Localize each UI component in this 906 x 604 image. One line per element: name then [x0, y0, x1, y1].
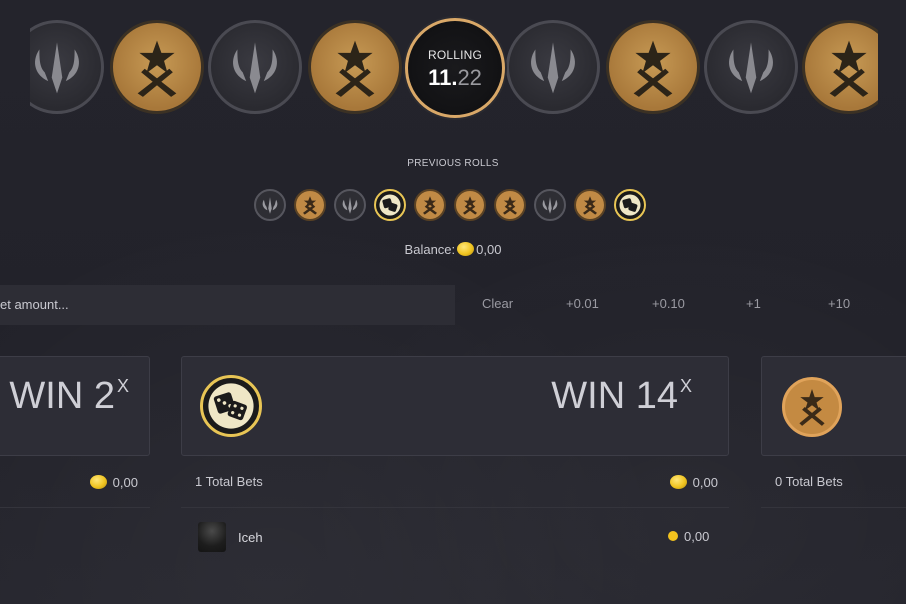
t-coin-icon [606, 20, 700, 114]
ct-roll-icon [334, 189, 366, 221]
previous-rolls-title: PREVIOUS ROLLS [407, 158, 499, 169]
ct-roll-icon [534, 189, 566, 221]
rolling-label: ROLLING [427, 48, 483, 62]
t-roll-icon [574, 189, 606, 221]
t-coin-icon [308, 20, 402, 114]
ct-coin-icon [704, 20, 798, 114]
ct-coin-icon [506, 20, 600, 114]
bet-panel-t[interactable] [761, 356, 906, 456]
ct-coin-icon [208, 20, 302, 114]
t-roll-icon [294, 189, 326, 221]
t-roll-icon [414, 189, 446, 221]
add-1-button[interactable]: +1 [746, 296, 761, 311]
bet-amount-placeholder: et amount... [0, 297, 69, 312]
t-roll-icon [454, 189, 486, 221]
t-roll-icon [494, 189, 526, 221]
bet-panel-ct[interactable]: WIN 2X [0, 356, 150, 456]
add-10-button[interactable]: +10 [828, 296, 850, 311]
win-multiplier: WIN 14 X [551, 375, 692, 418]
ct-total-amount: 0,00 [88, 475, 138, 490]
amount-value: 0,00 [684, 529, 710, 544]
coin-icon [90, 475, 107, 489]
divider [761, 507, 906, 508]
win-x: X [679, 376, 692, 396]
win-label: WIN 14 [551, 375, 678, 417]
bet-entry-amount: 0,00 [668, 529, 709, 544]
rolling-value-frac: 22 [457, 65, 482, 90]
bonus-roll-icon [374, 189, 406, 221]
win-x: X [116, 376, 129, 396]
t-coin-icon [802, 20, 878, 114]
bet-entry: Iceh [198, 522, 263, 552]
ct-coin-icon [30, 20, 104, 114]
bet-panel-bonus[interactable]: WIN 14 X [181, 356, 729, 456]
rolling-value-int: 11. [428, 65, 458, 90]
coin-icon [668, 531, 678, 541]
divider [181, 507, 729, 508]
coin-icon [670, 475, 687, 489]
t-coin-icon [782, 377, 842, 437]
rolling-value: 11.22 [408, 65, 502, 91]
balance: Balance: 0,00 [0, 242, 906, 257]
divider [0, 507, 150, 508]
ct-roll-icon [254, 189, 286, 221]
username: Iceh [238, 529, 263, 545]
bonus-roll-icon [614, 189, 646, 221]
t-total-bets: 0 Total Bets [775, 474, 843, 489]
bonus-total-bets: 1 Total Bets [195, 474, 263, 489]
amount-value: 0,00 [692, 475, 718, 490]
t-coin-icon [110, 20, 204, 114]
balance-value: 0,00 [476, 242, 502, 257]
add-0.10-button[interactable]: +0.10 [652, 296, 685, 311]
bonus-total-amount: 0,00 [668, 475, 718, 490]
clear-button[interactable]: Clear [482, 296, 513, 311]
rolling-indicator: ROLLING 11.22 [405, 18, 505, 118]
win-label: WIN 2 [9, 375, 115, 417]
amount-value: 0,00 [112, 475, 138, 490]
dice-icon [200, 375, 262, 437]
win-multiplier: WIN 2X [9, 375, 129, 418]
add-0.01-button[interactable]: +0.01 [566, 296, 599, 311]
avatar [198, 522, 226, 552]
balance-label: Balance: [404, 242, 456, 257]
coin-icon [457, 242, 475, 256]
